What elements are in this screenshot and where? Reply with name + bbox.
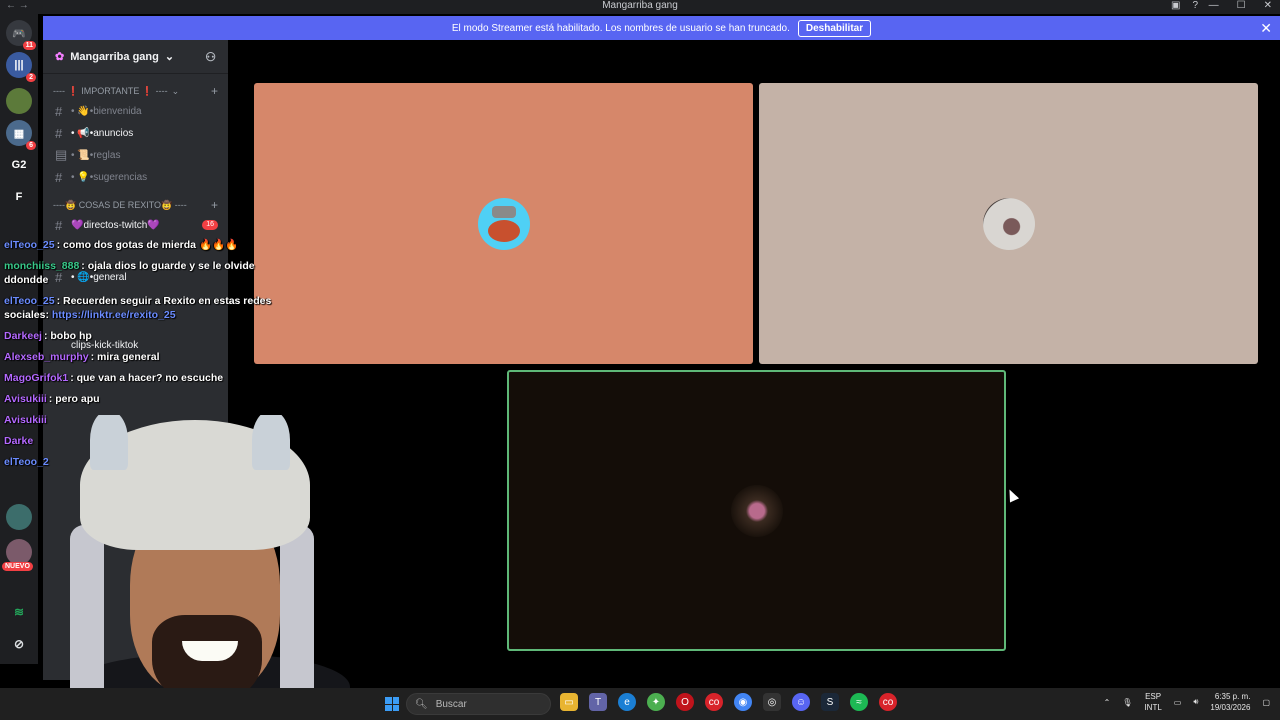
opera-icon[interactable]: O [676, 693, 694, 711]
windows-taskbar: 🔍︎ Buscar ▭ T e ✦ O co ◉ ◎ ☺ S ≈ co ⌃ 🎙︎… [0, 688, 1280, 720]
chat-message: elTeoo_25: como dos gotas de mierda 🔥🔥🔥 [4, 239, 239, 251]
voice-call-stage [230, 40, 1280, 688]
server-header[interactable]: ✿ Mangarriba gang ⌄ ⚇ [43, 40, 228, 74]
server-icon[interactable] [6, 88, 32, 114]
invite-people-icon[interactable]: ⚇ [205, 50, 216, 64]
participant-tile[interactable] [254, 83, 753, 364]
participant-tile[interactable] [759, 83, 1258, 364]
chevron-up-icon[interactable]: ⌃ [1104, 698, 1111, 707]
participant-avatar [730, 484, 783, 537]
channel-reglas[interactable]: ▤ • 📜•reglas [43, 144, 228, 166]
minimize-button[interactable]: — [1209, 0, 1219, 11]
chat-message: elTeoo_2 [4, 456, 49, 468]
steam-icon[interactable]: S [821, 693, 839, 711]
server-logo-icon: ✿ [55, 51, 65, 63]
mention-count-badge: 16 [202, 220, 218, 230]
hash-icon: # [55, 217, 63, 233]
app-red-icon[interactable]: co [879, 693, 897, 711]
add-channel-icon[interactable]: + [211, 198, 218, 212]
chat-message: Darke [4, 435, 34, 447]
search-icon: 🔍︎ [415, 698, 428, 710]
disable-streamer-mode-button[interactable]: Deshabilitar [797, 19, 872, 37]
teams-icon[interactable]: T [589, 693, 607, 711]
rules-icon: ▤ [55, 147, 68, 162]
camera-off-icon[interactable]: ⊘ [6, 631, 32, 657]
system-tray: ⌃ 🎙︎ ESP INTL ▭ 🔊︎ 6:35 p. m. 19/03/2026… [1104, 691, 1270, 713]
hash-icon: # [55, 103, 63, 119]
server-f[interactable]: F [6, 184, 32, 210]
chevron-down-icon: ⌄ [171, 85, 180, 96]
banner-text: El modo Streamer está habilitado. Los no… [451, 22, 790, 34]
clock[interactable]: 6:35 p. m. 19/03/2026 [1210, 691, 1250, 713]
channel-anuncios[interactable]: # • 📢•anuncios [43, 122, 228, 144]
server-g2[interactable]: G2 [6, 152, 32, 178]
server-icon[interactable] [6, 504, 32, 530]
chat-message: Avisukiii [4, 414, 47, 426]
channel-bienvenida[interactable]: # • 👋•bienvenida [43, 100, 228, 122]
language-indicator[interactable]: ESP INTL [1144, 691, 1161, 713]
chat-message: monchiiss_888: ojala dios lo guarde y se… [4, 260, 255, 286]
chat-message: Alexseb_murphy: mira general [4, 351, 160, 363]
server-name: Mangarriba gang [70, 50, 159, 63]
participant-avatar [982, 197, 1035, 250]
server-icon[interactable]: ||| 2 [6, 52, 36, 82]
add-channel-icon[interactable]: + [211, 84, 218, 98]
chat-link[interactable]: https://linktr.ee/rexito_25 [52, 309, 176, 321]
volume-icon[interactable]: 🔊︎ [1193, 697, 1198, 707]
chrome-icon[interactable]: ◉ [734, 693, 752, 711]
hash-icon: # [55, 169, 63, 185]
chat-message: MagoGrifok1: que van a hacer? no escuche [4, 372, 224, 384]
server-icon[interactable]: ▦ 6 [6, 120, 36, 150]
category-rexito[interactable]: ----🤠 COSAS DE REXITO🤠 ---- + [43, 196, 228, 214]
channel-sugerencias[interactable]: # • 💡•sugerencias [43, 166, 228, 188]
discord-home-icon[interactable]: 🎮 11 [6, 20, 36, 50]
network-icon[interactable]: ▭ [1174, 698, 1182, 707]
microphone-icon[interactable]: 🎙︎ [1122, 698, 1132, 707]
inbox-icon[interactable]: ▣ [1171, 0, 1180, 11]
voice-connected-icon[interactable]: ≋ [6, 599, 32, 625]
app-red-icon[interactable]: co [705, 693, 723, 711]
close-window-button[interactable]: ✕ [1264, 0, 1272, 11]
spotify-icon[interactable]: ≈ [850, 693, 868, 711]
discord-icon[interactable]: ☺ [792, 693, 810, 711]
hash-icon: # [55, 125, 63, 141]
stream-chat-overlay: elTeoo_25: como dos gotas de mierda 🔥🔥🔥 … [0, 238, 290, 476]
start-button[interactable] [385, 697, 399, 711]
file-explorer-icon[interactable]: ▭ [560, 693, 578, 711]
banner-close-icon[interactable]: ✕ [1260, 20, 1272, 37]
chat-message: Avisukiii: pero apu [4, 393, 100, 405]
new-badge: NUEVO [2, 562, 33, 571]
maximize-button[interactable]: ☐ [1237, 0, 1246, 11]
obs-icon[interactable]: ◎ [763, 693, 781, 711]
channel-directos-twitch[interactable]: # 💜directos-twitch💜 16 [43, 214, 228, 236]
chevron-down-icon: ⌄ [164, 51, 175, 63]
participant-avatar [477, 197, 530, 250]
notification-icon[interactable]: ▢ [1262, 698, 1270, 707]
streamer-mode-banner: El modo Streamer está habilitado. Los no… [43, 16, 1280, 40]
taskbar-search[interactable]: 🔍︎ Buscar [406, 693, 551, 715]
edge-icon[interactable]: e [618, 693, 636, 711]
window-title: Mangarriba gang [602, 0, 678, 11]
participant-tile-speaking[interactable] [507, 370, 1006, 651]
chat-message: elTeoo_25: Recuerden seguir a Rexito en … [4, 295, 272, 321]
chat-message: Darkeej: bobo hp [4, 330, 92, 342]
category-important[interactable]: ---- ❗ IMPORTANTE ❗ ---- ⌄ + [43, 82, 228, 100]
window-titlebar: ← → Mangarriba gang ▣ ? — ☐ ✕ [0, 0, 1280, 14]
help-icon[interactable]: ? [1192, 0, 1198, 11]
xbox-icon[interactable]: ✦ [647, 693, 665, 711]
